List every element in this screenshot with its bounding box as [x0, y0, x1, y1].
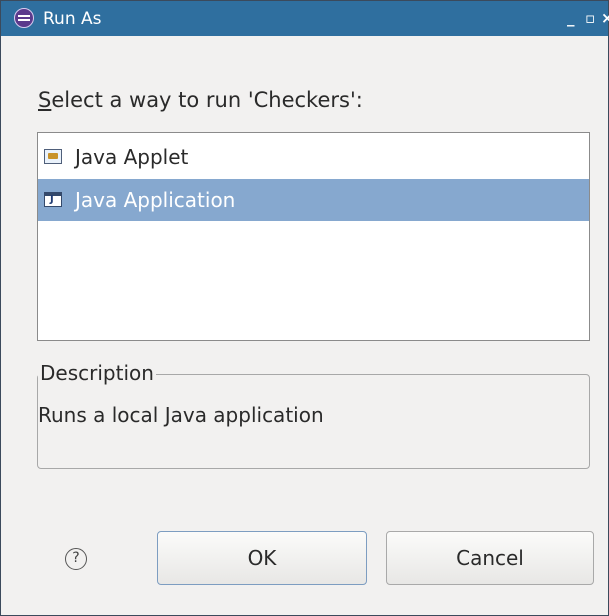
help-icon[interactable]: ?: [65, 548, 87, 570]
window-title: Run As: [43, 9, 102, 29]
description-heading: Description: [38, 361, 156, 385]
ok-button[interactable]: OK: [157, 531, 367, 585]
java-application-icon: [44, 192, 62, 207]
title-bar[interactable]: Run As _ ▫ ×: [1, 1, 609, 36]
maximize-button[interactable]: ▫: [585, 9, 595, 27]
cancel-button[interactable]: Cancel: [386, 531, 594, 585]
list-item-java-applet[interactable]: Java Applet: [38, 136, 589, 178]
list-item-java-application[interactable]: Java Application: [38, 179, 589, 221]
eclipse-icon: [14, 8, 34, 28]
run-as-dialog: Run As _ ▫ × Select a way to run 'Checke…: [0, 0, 609, 616]
list-item-label: Java Application: [75, 188, 236, 212]
prompt-text: elect a way to run 'Checkers':: [51, 88, 363, 112]
list-item-label: Java Applet: [75, 145, 189, 169]
prompt-mnemonic: S: [38, 88, 52, 112]
minimize-button[interactable]: _: [567, 9, 575, 27]
launch-options-list[interactable]: Java Applet Java Application: [37, 132, 590, 341]
description-text: Runs a local Java application: [38, 403, 324, 427]
java-applet-icon: [44, 149, 62, 164]
close-button[interactable]: ×: [601, 9, 609, 27]
select-prompt: Select a way to run 'Checkers':: [38, 88, 363, 112]
